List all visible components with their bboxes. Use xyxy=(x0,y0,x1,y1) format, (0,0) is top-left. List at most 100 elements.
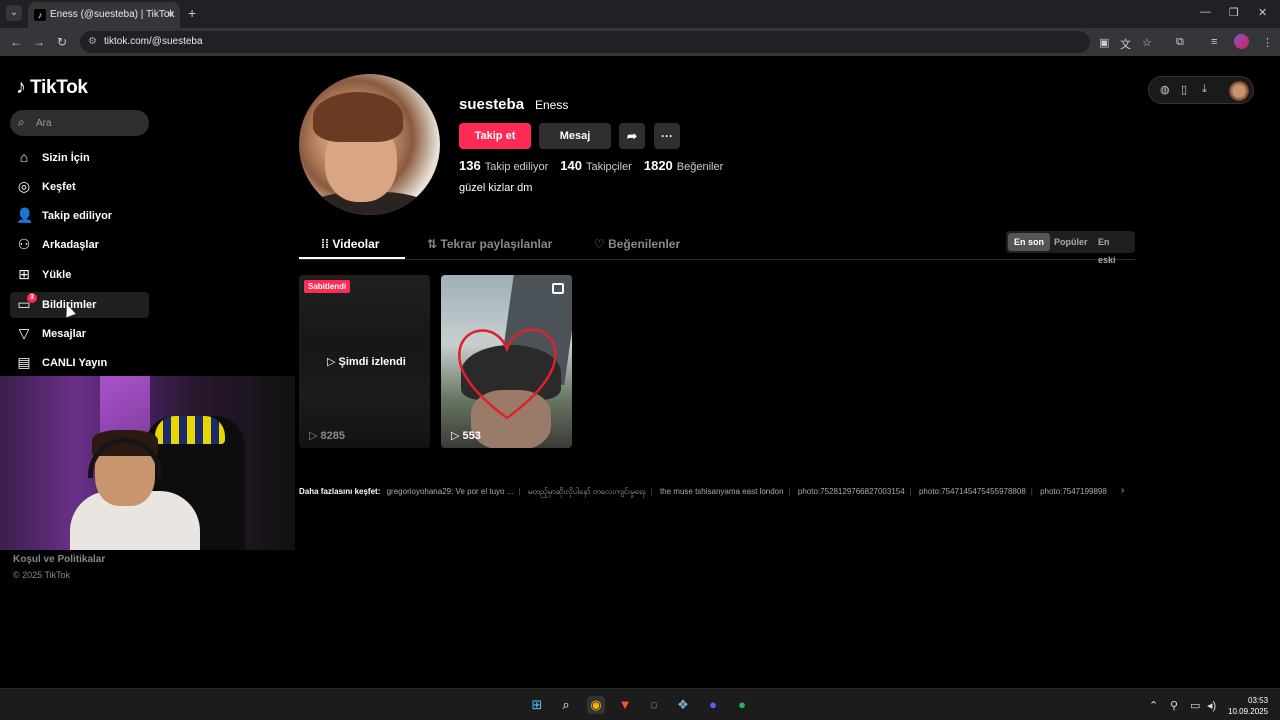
separator: | xyxy=(518,487,521,496)
share-icon[interactable]: ➦ xyxy=(619,123,645,149)
sort-popular[interactable]: Popüler xyxy=(1048,233,1094,251)
windows-start-icon[interactable]: ⊞ xyxy=(528,696,546,714)
spotify-icon[interactable]: ● xyxy=(733,696,751,714)
minimize-icon[interactable]: — xyxy=(1200,6,1211,18)
grid-icon: ⁞⁞ xyxy=(321,237,333,251)
tab-videos[interactable]: ⁞⁞ Videolar xyxy=(321,237,379,251)
reading-list-icon[interactable]: ≡ xyxy=(1211,36,1217,48)
tab-search-icon[interactable]: ⌄ xyxy=(6,5,22,21)
sidebar-item-for-you[interactable]: ⌂ Sizin İçin xyxy=(10,145,149,171)
profile-username: suesteba xyxy=(459,96,525,113)
sidebar-item-live[interactable]: ▤ CANLI Yayın xyxy=(10,350,149,376)
search-icon: ⌕ xyxy=(18,115,25,129)
user-avatar[interactable] xyxy=(1229,81,1249,101)
terms-link[interactable]: Koşul ve Politikalar xyxy=(13,554,105,565)
coin-icon[interactable]: ◍ xyxy=(1160,83,1170,96)
device-icon[interactable]: ▯ xyxy=(1181,83,1187,96)
chrome-icon[interactable]: ◉ xyxy=(587,696,605,714)
extensions-icon[interactable]: ⧉ xyxy=(1176,36,1184,49)
app-icon-2[interactable]: ❖ xyxy=(674,696,692,714)
play-icon: ▷ xyxy=(309,430,321,442)
tiktok-note-icon: ♪ xyxy=(16,76,26,98)
restore-icon[interactable]: ❐ xyxy=(1229,6,1239,19)
notification-badge: 3 xyxy=(27,293,37,303)
webcam-overlay xyxy=(0,376,295,550)
search-box[interactable]: ⌕ xyxy=(10,110,149,136)
following-stat[interactable]: 136 Takip ediliyor xyxy=(459,158,548,173)
heart-drawing xyxy=(458,328,557,420)
explore-link[interactable]: gregorioyohana29: Ve por el tuyo ... xyxy=(387,487,514,496)
forward-icon[interactable]: → xyxy=(33,35,45,49)
explore-label: Daha fazlasını keşfet: xyxy=(299,487,381,496)
browser-profile-avatar[interactable] xyxy=(1234,34,1249,49)
new-tab-icon[interactable]: + xyxy=(188,5,196,21)
sidebar-item-label: Arkadaşlar xyxy=(42,239,99,251)
active-tab-indicator xyxy=(299,257,405,259)
system-clock[interactable]: 03:53 10.09.2025 xyxy=(1228,695,1268,717)
microphone-icon[interactable]: ⚲ xyxy=(1170,699,1178,712)
explore-link[interactable]: မတည့်မှာဆိုးလိုပါနော် တလေးကျင်းမှုရေး xyxy=(528,487,646,496)
explore-more-bar: Daha fazlasını keşfet: gregorioyohana29:… xyxy=(299,486,1135,498)
explore-link[interactable]: photo:7547199898 xyxy=(1040,487,1107,496)
profile-bio: güzel kizlar dm xyxy=(459,182,533,194)
browser-menu-icon[interactable]: ⋮ xyxy=(1262,36,1273,49)
tab-liked[interactable]: ♡ Beğenilenler xyxy=(594,237,680,251)
photo-icon xyxy=(552,283,564,294)
follow-button[interactable]: Takip et xyxy=(459,123,531,149)
message-icon: ▽ xyxy=(18,325,30,341)
home-icon: ⌂ xyxy=(19,149,29,165)
close-tab-icon[interactable]: × xyxy=(167,7,174,21)
profile-nickname: Eness xyxy=(535,98,569,112)
translate-icon[interactable]: 文 xyxy=(1120,36,1131,52)
back-icon[interactable]: ← xyxy=(10,35,22,49)
sort-latest[interactable]: En son xyxy=(1008,233,1051,251)
browser-tab[interactable]: ♪ Eness (@suesteba) | TikTok × xyxy=(28,2,180,28)
sidebar-item-following[interactable]: 👤 Takip ediliyor xyxy=(10,203,149,229)
view-count: ▷ 8285 xyxy=(309,429,345,442)
sidebar-item-notifications[interactable]: ▭ 3 Bildirimler xyxy=(10,292,149,318)
site-info-icon[interactable]: ⚙ xyxy=(88,36,97,47)
more-options-icon[interactable]: ··· xyxy=(654,123,680,149)
close-window-icon[interactable]: ✕ xyxy=(1258,6,1267,19)
discord-icon[interactable]: ● xyxy=(704,696,722,714)
app-icon[interactable]: ◌ xyxy=(645,696,663,714)
message-button[interactable]: Mesaj xyxy=(539,123,611,149)
sidebar-item-friends[interactable]: ⚇ Arkadaşlar xyxy=(10,232,149,258)
sort-oldest[interactable]: En eski xyxy=(1092,233,1135,265)
tray-chevron-icon[interactable]: ⌃ xyxy=(1149,699,1158,712)
browser-toolbar: ← → ↻ ⚙ tiktok.com/@suesteba ▣ 文 ☆ ⧉ ≡ ⋮ xyxy=(0,28,1280,56)
sidebar-item-messages[interactable]: ▽ Mesajlar xyxy=(10,321,149,347)
search-input[interactable] xyxy=(36,114,141,132)
network-icon[interactable]: ▭ xyxy=(1190,699,1200,712)
explore-link[interactable]: the muse tshisanyama east london xyxy=(660,487,784,496)
sidebar-item-label: Takip ediliyor xyxy=(42,210,113,222)
video-card[interactable]: Sabitlendi ▷ Şimdi izlendi ▷ 8285 xyxy=(299,275,430,448)
tab-reposts[interactable]: ⇅ Tekrar paylaşılanlar xyxy=(427,237,552,251)
sidebar-item-label: Keşfet xyxy=(42,181,76,193)
profile-avatar[interactable] xyxy=(299,74,440,215)
heart-icon: ♡ xyxy=(594,237,609,251)
video-card[interactable]: ▷ 553 xyxy=(441,275,572,448)
tiktok-logo[interactable]: ♪ TikTok xyxy=(16,76,88,99)
bookmark-star-icon[interactable]: ☆ xyxy=(1142,36,1152,49)
separator: | xyxy=(1030,487,1033,496)
followers-stat[interactable]: 140 Takipçiler xyxy=(560,158,632,173)
address-bar[interactable]: ⚙ tiktok.com/@suesteba xyxy=(80,31,1090,53)
install-app-icon[interactable]: ▣ xyxy=(1099,36,1109,49)
explore-link[interactable]: photo:7547145475455978808 xyxy=(919,487,1026,496)
sidebar-item-explore[interactable]: ◎ Keşfet xyxy=(10,174,149,200)
following-label: Takip ediliyor xyxy=(484,161,549,173)
reload-icon[interactable]: ↻ xyxy=(57,35,67,49)
taskbar-search-icon[interactable]: ⌕ xyxy=(557,696,575,714)
sidebar-item-upload[interactable]: ⊞ Yükle xyxy=(10,262,149,288)
volume-icon[interactable]: ◂) xyxy=(1207,699,1216,712)
watched-label: ▷ Şimdi izlendi xyxy=(327,355,406,368)
following-count: 136 xyxy=(459,158,481,173)
chevron-right-icon[interactable]: › xyxy=(1121,485,1124,496)
url-text[interactable]: tiktok.com/@suesteba xyxy=(104,36,203,47)
download-icon[interactable]: ⤓ xyxy=(1202,83,1207,96)
explore-link[interactable]: photo:7528129766827003154 xyxy=(798,487,905,496)
floating-action-bar: ◍ ▯ ⤓ xyxy=(1148,76,1254,104)
view-count-text: 8285 xyxy=(320,430,345,442)
brave-icon[interactable]: ▼ xyxy=(616,696,634,714)
